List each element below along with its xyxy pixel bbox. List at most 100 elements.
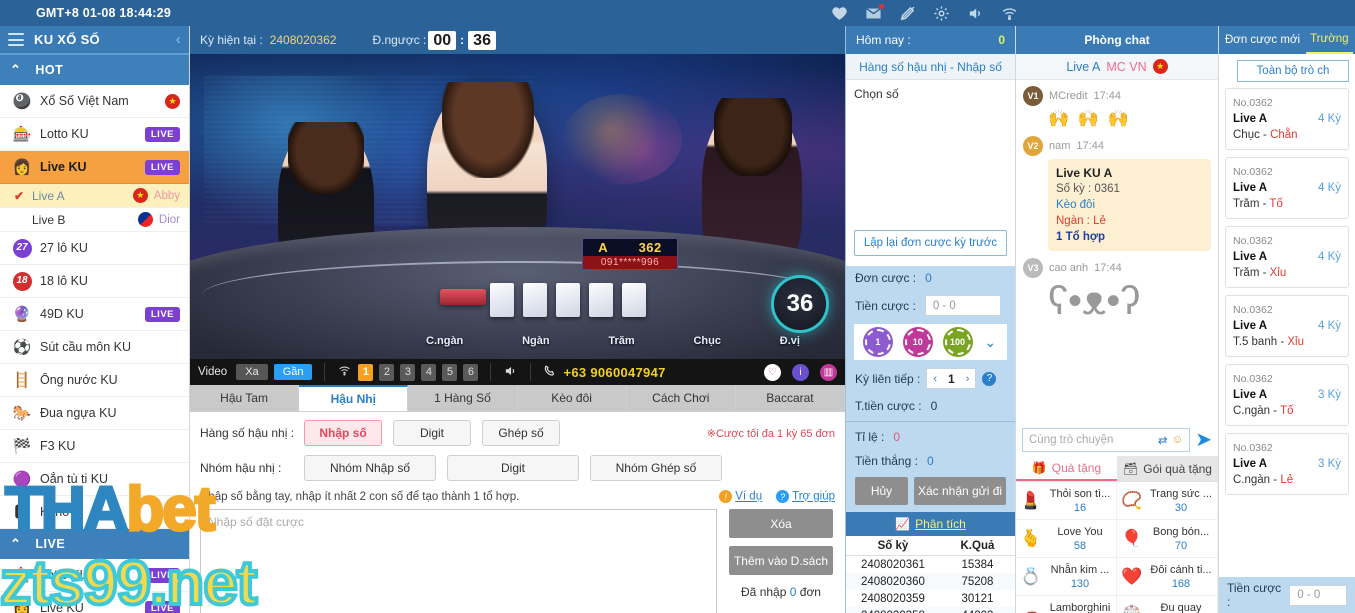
- add-to-list-button[interactable]: Thêm vào D.sách: [729, 546, 833, 575]
- mail-icon[interactable]: [865, 2, 885, 22]
- video-near-button[interactable]: Gần: [273, 364, 313, 380]
- bet-history-item[interactable]: No.0362 Live A Trăm - Tố 4 Kỳ: [1225, 157, 1349, 219]
- quality-option-1[interactable]: 1: [358, 363, 374, 381]
- bet-history-item[interactable]: No.0362 Live A C.ngàn - Lẻ 3 Kỳ: [1225, 433, 1349, 495]
- sidebar-item-sut-cau-mon-ku[interactable]: ⚽ Sút cầu môn KU: [0, 331, 189, 364]
- chip-100[interactable]: 100: [944, 329, 971, 355]
- live-video-stream[interactable]: A 362 091*****996 C.ngàn Ngàn Trăm Chục …: [190, 54, 845, 359]
- analyze-link[interactable]: Phân tích: [915, 517, 966, 531]
- bet-history-item[interactable]: No.0362 Live A Chục - Chẵn 4 Kỳ: [1225, 88, 1349, 150]
- gift-item[interactable]: 🎈 Bong bón... 70: [1117, 520, 1218, 558]
- tab-gift-packages[interactable]: 🗃 Gói quà tặng: [1117, 456, 1218, 481]
- chart-icon[interactable]: ▥: [820, 363, 837, 381]
- repeat-last-bet-button[interactable]: Lập lại đơn cược kỳ trước: [854, 230, 1007, 256]
- quality-option-6[interactable]: 6: [463, 363, 479, 381]
- sidebar-subitem-live-a[interactable]: ✔ Live A ★ Abby: [0, 184, 189, 208]
- sidebar-item-lotto-ku[interactable]: 🎰 Lotto KU LIVE: [0, 118, 189, 151]
- sidebar-item-f3-ku[interactable]: 🏁 F3 KU: [0, 430, 189, 463]
- group-digit-button[interactable]: Digit: [447, 455, 579, 481]
- stepper-decrement[interactable]: ‹: [927, 373, 943, 385]
- favorite-icon[interactable]: ♡: [764, 363, 781, 381]
- tab-new-bets[interactable]: Đơn cược mới: [1219, 34, 1306, 46]
- tab-gifts[interactable]: 🎁 Quà tặng: [1016, 456, 1117, 481]
- bet-history-item[interactable]: No.0362 Live A T.5 banh - Xỉu 4 Kỳ: [1225, 295, 1349, 357]
- sidebar-subitem-live-b[interactable]: Live B Dior: [0, 208, 189, 232]
- necklace-icon: 📿: [1121, 490, 1143, 510]
- sidebar-title-bar[interactable]: KU XỔ SỐ ‹: [0, 26, 189, 55]
- gift-item[interactable]: 🎡 Đu quay388: [1117, 596, 1218, 613]
- mode-digit-button[interactable]: Digit: [393, 420, 471, 446]
- sidebar-item-27-lo-ku[interactable]: 27 27 lô KU: [0, 232, 189, 265]
- bet-history-item[interactable]: No.0362 Live A Trăm - Xỉu 4 Kỳ: [1225, 226, 1349, 288]
- example-link-wrap[interactable]: ! Ví dụ: [719, 490, 762, 503]
- pen-slash-icon[interactable]: [899, 5, 916, 22]
- gear-icon[interactable]: [933, 5, 950, 22]
- sidebar-item-oan-tu-ti-ku[interactable]: 🟣 Oẳn tù ti KU: [0, 463, 189, 496]
- tab-bet-history[interactable]: Trường: [1306, 26, 1353, 54]
- sidebar-group-hot[interactable]: ⌃ HOT: [0, 55, 189, 85]
- cancel-bet-button[interactable]: Hủy: [855, 477, 908, 505]
- mode-ghep-so-button[interactable]: Ghép số: [482, 420, 560, 446]
- gift-item[interactable]: ❤️ Đôi cánh ti... 168: [1117, 558, 1218, 596]
- video-far-button[interactable]: Xa: [236, 364, 268, 380]
- quality-option-4[interactable]: 4: [421, 363, 437, 381]
- hamburger-icon[interactable]: [8, 33, 24, 46]
- sidebar-item-live-ku[interactable]: 👩 Live KU LIVE: [0, 151, 189, 184]
- sidebar-item-18-lo-ku[interactable]: 18 18 lô KU: [0, 265, 189, 298]
- gift-item[interactable]: 📿 Trang sức ... 30: [1117, 482, 1218, 520]
- confirm-bet-button[interactable]: Xác nhận gửi đi: [914, 477, 1006, 505]
- gift-item[interactable]: 🫰 Love You 58: [1016, 520, 1117, 558]
- group-nhap-so-button[interactable]: Nhóm Nhập số: [304, 455, 436, 481]
- speaker-icon[interactable]: [503, 364, 518, 381]
- sidebar-item-49d-ku[interactable]: 🔮 49D KU LIVE: [0, 298, 189, 331]
- switch-icon[interactable]: ⇄: [1158, 433, 1168, 447]
- speaker-icon[interactable]: [967, 5, 984, 22]
- gift-item[interactable]: 💍 Nhẫn kim ... 130: [1016, 558, 1117, 596]
- heart-icon[interactable]: [831, 5, 848, 22]
- chat-messages[interactable]: V1 MCredit 17:44 🙌 🙌 🙌 V2 nam 17:44 Live…: [1016, 80, 1218, 424]
- stepper-increment[interactable]: ›: [960, 373, 976, 385]
- chip-10[interactable]: 10: [904, 329, 931, 355]
- analyze-link-bar[interactable]: 📈 Phân tích: [846, 512, 1015, 536]
- chip-1[interactable]: 1: [864, 329, 891, 355]
- help-link-wrap[interactable]: ? Trợ giúp: [776, 490, 835, 503]
- sidebar-item-live-live-ku[interactable]: 👩 Live KU LIVE: [0, 592, 189, 613]
- example-link[interactable]: Ví dụ: [735, 491, 762, 503]
- emoji-icon[interactable]: ☺: [1171, 434, 1183, 446]
- quality-option-3[interactable]: 3: [400, 363, 416, 381]
- footer-amount-input[interactable]: 0 - 0: [1289, 584, 1347, 606]
- sidebar-group-live[interactable]: ⌃ LIVE: [0, 529, 189, 559]
- quality-option-5[interactable]: 5: [442, 363, 458, 381]
- sidebar-item-live-lotto-ku[interactable]: 🎰 Lotto KU LIVE: [0, 559, 189, 592]
- question-icon[interactable]: ?: [982, 371, 997, 386]
- tab-hau-nhi[interactable]: Hậu Nhị: [299, 385, 409, 411]
- balloon-icon: 🎈: [1121, 528, 1143, 548]
- sidebar-item-keno[interactable]: 🅺 Keno: [0, 496, 189, 529]
- gift-item[interactable]: 💄 Thỏi son tì... 16: [1016, 482, 1117, 520]
- mode-nhap-so-button[interactable]: Nhập số: [304, 420, 382, 446]
- chevron-left-icon[interactable]: ‹: [176, 31, 181, 48]
- game-filter-select[interactable]: Toàn bộ trò ch: [1237, 60, 1349, 82]
- tab-hau-tam[interactable]: Hậu Tam: [190, 385, 300, 411]
- help-link[interactable]: Trợ giúp: [792, 491, 835, 503]
- bet-history-item[interactable]: No.0362 Live A C.ngàn - Tố 3 Kỳ: [1225, 364, 1349, 426]
- sidebar-item-xo-so-viet-nam[interactable]: 🎱 Xổ Số Việt Nam ★: [0, 85, 189, 118]
- chat-input-box[interactable]: Cùng trò chuyện ⇄ ☺: [1022, 428, 1191, 452]
- sidebar-item-ong-nuoc-ku[interactable]: 🪜 Ống nước KU: [0, 364, 189, 397]
- periods-stepper[interactable]: ‹ 1 ›: [926, 368, 977, 389]
- info-icon[interactable]: i: [792, 363, 809, 381]
- send-icon[interactable]: ➤: [1195, 430, 1212, 450]
- bet-number-textarea[interactable]: Nhập số đặt cược: [200, 509, 717, 613]
- clear-button[interactable]: Xóa: [729, 509, 833, 538]
- quality-option-2[interactable]: 2: [379, 363, 395, 381]
- sidebar-item-dua-ngua-ku[interactable]: 🐎 Đua ngựa KU: [0, 397, 189, 430]
- gift-item[interactable]: 🚗 Lamborghini288: [1016, 596, 1117, 613]
- amount-input[interactable]: 0 - 0: [924, 295, 1001, 316]
- chevron-down-icon[interactable]: ⌄: [984, 334, 996, 351]
- tab-cach-choi[interactable]: Cách Chơi: [626, 385, 736, 411]
- tab-baccarat[interactable]: Baccarat: [735, 385, 846, 411]
- wifi-icon[interactable]: [1001, 5, 1018, 22]
- tab-keo-doi[interactable]: Kèo đôi: [517, 385, 627, 411]
- group-ghep-so-button[interactable]: Nhóm Ghép số: [590, 455, 722, 481]
- tab-1-hang-so[interactable]: 1 Hàng Số: [408, 385, 518, 411]
